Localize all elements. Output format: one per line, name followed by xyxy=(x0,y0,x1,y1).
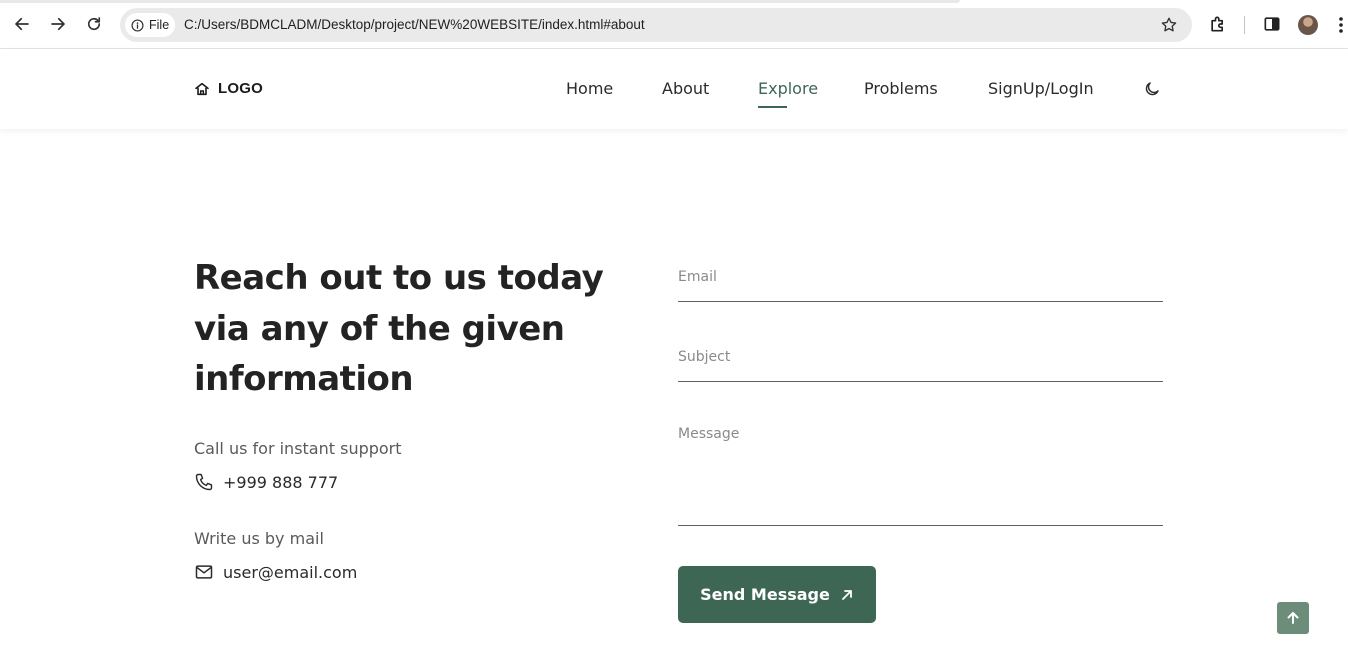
toolbar-separator xyxy=(1244,16,1245,34)
phone-icon xyxy=(195,473,213,491)
scroll-to-top-button[interactable] xyxy=(1277,602,1309,634)
mail-label: Write us by mail xyxy=(194,529,324,548)
message-field[interactable] xyxy=(678,426,1163,522)
nav-home[interactable]: Home xyxy=(566,79,613,98)
site-header: LOGO Home About Explore Problems SignUp/… xyxy=(0,49,1348,129)
forward-arrow-icon xyxy=(51,17,65,31)
call-support-label: Call us for instant support xyxy=(194,439,402,458)
phone-number: +999 888 777 xyxy=(223,472,339,492)
message-field-wrapper xyxy=(678,426,1163,526)
arrow-up-right-icon xyxy=(841,589,852,600)
reload-icon xyxy=(87,17,101,31)
send-message-label: Send Message xyxy=(700,585,830,604)
forward-button[interactable] xyxy=(46,12,70,36)
headline-line: Reach out to us today xyxy=(194,258,604,298)
email-address: user@email.com xyxy=(223,562,358,582)
email-field-wrapper xyxy=(678,266,1163,302)
subject-field-wrapper xyxy=(678,346,1163,382)
headline-line: via any of the given xyxy=(194,308,565,349)
moon-icon[interactable] xyxy=(1143,80,1161,98)
headline-line: information xyxy=(194,359,414,399)
logo-text: LOGO xyxy=(218,80,263,97)
nav-explore[interactable]: Explore xyxy=(758,79,818,98)
contact-headline: Reach out to us today via any of the giv… xyxy=(194,253,634,405)
back-arrow-icon xyxy=(15,17,29,31)
email-field[interactable] xyxy=(678,269,1163,285)
extensions-icon[interactable] xyxy=(1208,14,1228,34)
send-message-button[interactable]: Send Message xyxy=(678,566,876,623)
nav-problems[interactable]: Problems xyxy=(864,79,938,98)
back-button[interactable] xyxy=(10,12,34,36)
profile-avatar[interactable] xyxy=(1298,15,1318,35)
reload-button[interactable] xyxy=(82,12,106,36)
mail-icon xyxy=(195,565,213,579)
side-panel-icon[interactable] xyxy=(1262,14,1282,34)
phone-contact[interactable]: +999 888 777 xyxy=(194,472,338,492)
address-bar[interactable]: File C:/Users/BDMCLADM/Desktop/project/N… xyxy=(120,8,1192,42)
email-contact[interactable]: user@email.com xyxy=(194,562,357,582)
browser-toolbar: File C:/Users/BDMCLADM/Desktop/project/N… xyxy=(0,0,1348,49)
info-icon xyxy=(131,18,144,32)
home-icon xyxy=(195,82,209,95)
bookmark-star-icon[interactable] xyxy=(1160,16,1178,34)
active-nav-indicator xyxy=(758,106,787,108)
nav-signup-login[interactable]: SignUp/LogIn xyxy=(988,79,1094,98)
tab-strip-edge xyxy=(0,0,960,3)
kebab-menu-icon[interactable] xyxy=(1338,16,1344,34)
subject-field[interactable] xyxy=(678,349,1163,365)
site-info-chip[interactable]: File xyxy=(125,13,175,37)
nav-about[interactable]: About xyxy=(662,79,709,98)
site-info-label: File xyxy=(149,18,170,32)
url-text[interactable]: C:/Users/BDMCLADM/Desktop/project/NEW%20… xyxy=(184,17,645,32)
site-logo[interactable]: LOGO xyxy=(194,80,263,97)
arrow-up-icon xyxy=(1287,612,1299,624)
